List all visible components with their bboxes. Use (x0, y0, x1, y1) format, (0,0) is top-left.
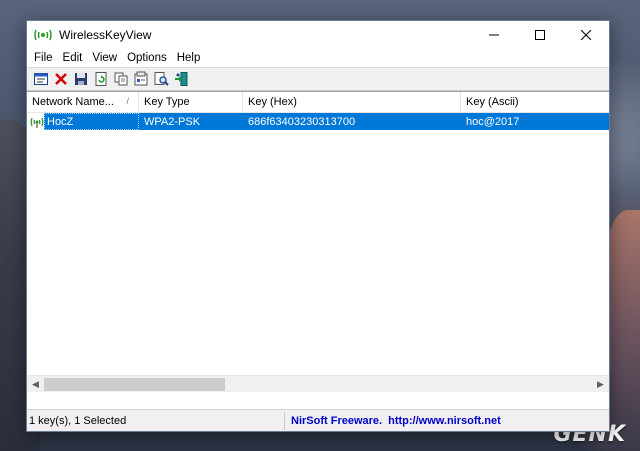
wireless-key-icon (33, 28, 53, 42)
scroll-thumb[interactable] (44, 377, 225, 391)
exit-icon (175, 72, 188, 86)
status-freeware-text: NirSoft Freeware. (291, 414, 383, 427)
minimize-button[interactable] (471, 21, 517, 49)
menu-help[interactable]: Help (172, 52, 206, 64)
window-title: WirelessKeyView (59, 28, 152, 42)
column-label: Network Name... (32, 96, 114, 108)
copy-button[interactable] (111, 69, 131, 89)
sort-ascending-icon: / (126, 96, 129, 106)
copy-icon (114, 72, 128, 86)
cell-network-name: HocZ (44, 113, 139, 130)
maximize-icon (535, 30, 545, 40)
cell-key-ascii: hoc@2017 (466, 115, 520, 128)
find-icon (154, 72, 169, 86)
column-header-key-type[interactable]: Key Type (139, 92, 243, 112)
app-window: WirelessKeyView File Edit View Options H… (26, 20, 610, 432)
column-label: Key (Hex) (248, 96, 297, 108)
status-count: 1 key(s), 1 Selected (27, 411, 285, 430)
scroll-track[interactable] (44, 376, 592, 393)
status-bar: 1 key(s), 1 Selected NirSoft Freeware. h… (27, 409, 609, 431)
cell-key-hex: 686f63403230313700 (248, 115, 356, 128)
close-icon (581, 30, 591, 40)
scroll-right-arrow-icon[interactable]: ▶ (592, 376, 609, 393)
toolbar (27, 67, 609, 91)
minimize-icon (489, 34, 499, 36)
menu-edit[interactable]: Edit (58, 52, 88, 64)
table-row[interactable]: HocZ WPA2-PSK 686f63403230313700 hoc@201… (44, 113, 609, 130)
column-header-key-ascii[interactable]: Key (Ascii) (461, 92, 609, 112)
exit-button[interactable] (171, 69, 191, 89)
save-button[interactable] (71, 69, 91, 89)
cell-key-type: WPA2-PSK (144, 115, 201, 128)
keys-list[interactable]: Network Name... / Key Type Key (Hex) Key… (27, 91, 609, 409)
maximize-button[interactable] (517, 21, 563, 49)
find-button[interactable] (151, 69, 171, 89)
refresh-icon (95, 72, 107, 86)
column-header-network-name[interactable]: Network Name... / (27, 92, 139, 112)
list-body: HocZ WPA2-PSK 686f63403230313700 hoc@201… (27, 113, 609, 392)
report-icon (134, 71, 148, 86)
properties-icon (34, 73, 48, 85)
horizontal-scrollbar[interactable]: ◀ ▶ (27, 375, 609, 392)
column-label: Key (Ascii) (466, 96, 519, 108)
html-report-button[interactable] (131, 69, 151, 89)
desktop-landscape-right (608, 210, 640, 451)
column-label: Key Type (144, 96, 190, 108)
menu-view[interactable]: View (87, 52, 122, 64)
close-button[interactable] (563, 21, 609, 49)
status-url[interactable]: http://www.nirsoft.net (388, 415, 501, 427)
save-icon (75, 73, 87, 85)
refresh-button[interactable] (91, 69, 111, 89)
column-header-key-hex[interactable]: Key (Hex) (243, 92, 461, 112)
list-header: Network Name... / Key Type Key (Hex) Key… (27, 92, 609, 113)
delete-button[interactable] (51, 69, 71, 89)
properties-button[interactable] (31, 69, 51, 89)
scroll-left-arrow-icon[interactable]: ◀ (27, 376, 44, 393)
status-freeware-link[interactable]: NirSoft Freeware. http://www.nirsoft.net (285, 412, 501, 430)
menu-file[interactable]: File (29, 52, 58, 64)
menu-options[interactable]: Options (122, 52, 172, 64)
wireless-network-icon (30, 117, 44, 128)
title-bar[interactable]: WirelessKeyView (27, 21, 609, 49)
menu-bar: File Edit View Options Help (27, 49, 609, 67)
delete-icon (55, 73, 67, 85)
